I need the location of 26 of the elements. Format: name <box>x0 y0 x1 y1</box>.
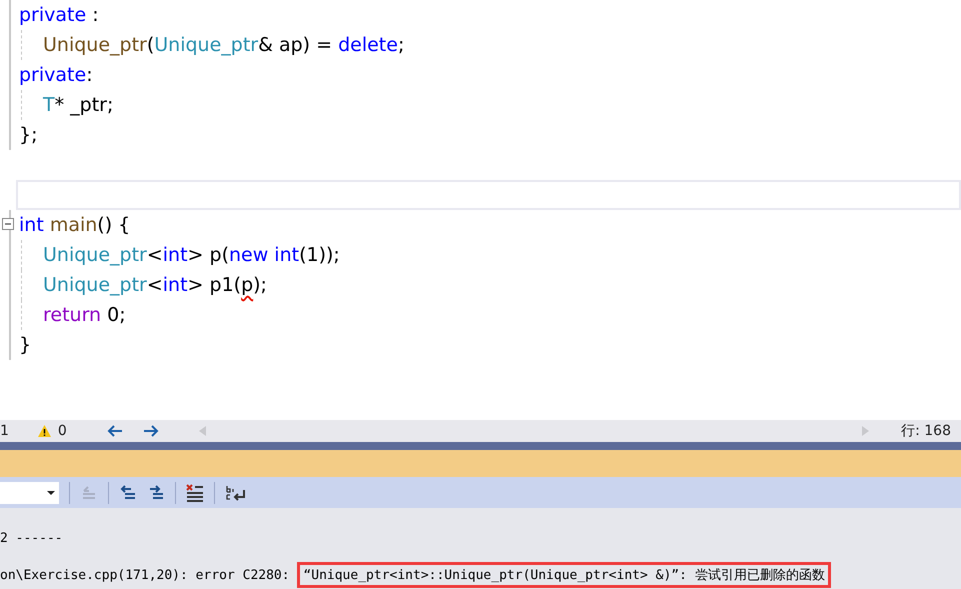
code-line: }; <box>18 123 38 148</box>
warning-count: 0 <box>58 423 67 439</box>
disabled-list-icon <box>80 484 98 502</box>
arrow-right-list-icon[interactable] <box>147 484 165 502</box>
output-text: 2 ------ <box>0 530 63 546</box>
collapse-icon[interactable] <box>2 218 14 230</box>
code-line: int main() { <box>18 213 132 238</box>
code-line: Unique_ptr(Unique_ptr& ap) = delete; <box>11 30 961 60</box>
code-line: Unique_ptr<int> p(new int(1)); <box>11 240 961 270</box>
code-line: T* _ptr; <box>11 90 961 120</box>
arrow-left-list-icon[interactable] <box>119 484 137 502</box>
caret-icon <box>47 490 55 494</box>
code-line: private: <box>18 63 94 88</box>
line-indicator: 行: 168 <box>901 422 951 440</box>
error-count: 1 <box>0 423 9 439</box>
forward-arrow-icon[interactable] <box>142 425 159 437</box>
back-arrow-icon[interactable] <box>106 425 123 437</box>
code-line: private : <box>18 3 100 28</box>
code-line: return 0; <box>11 300 961 330</box>
code-line: } <box>18 333 32 358</box>
clear-list-icon[interactable] <box>186 484 204 502</box>
word-wrap-icon[interactable] <box>225 484 247 502</box>
error-message: “Unique_ptr<int>::Unique_ptr(Unique_ptr<int> &)”: 尝试引用已删除的函数 <box>297 562 831 588</box>
code-line: Unique_ptr<int> p1(p); <box>11 270 961 300</box>
output-text: on\Exercise.cpp(171,20): error C2280: <box>0 568 291 582</box>
warning-icon <box>36 424 52 438</box>
